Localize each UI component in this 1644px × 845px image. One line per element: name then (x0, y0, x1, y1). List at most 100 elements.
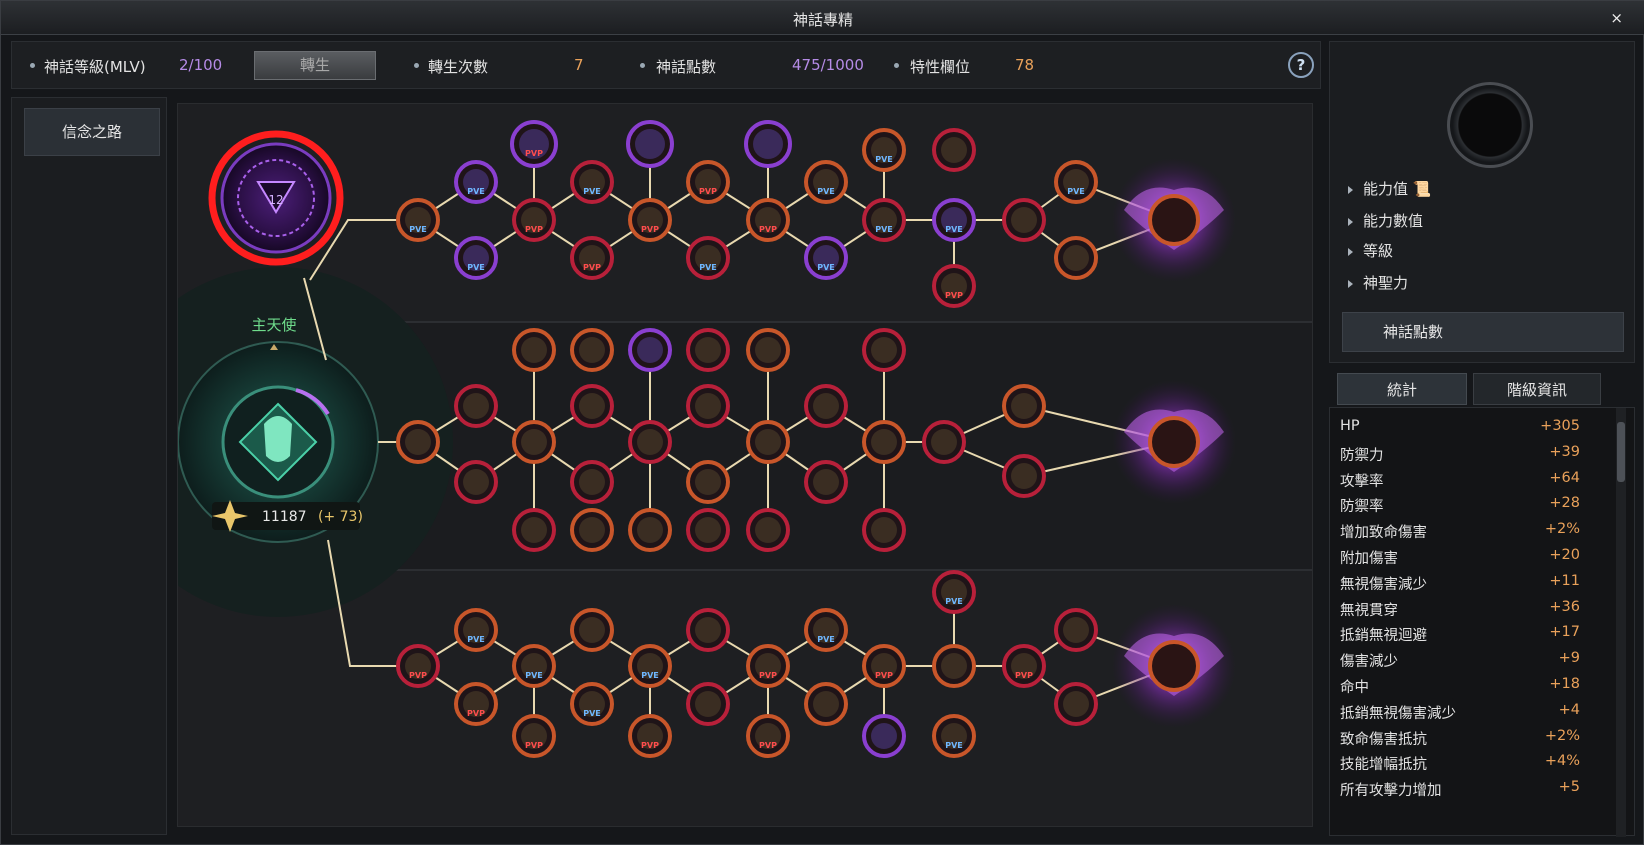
capstone-node[interactable] (1112, 380, 1236, 504)
close-icon[interactable]: × (1610, 9, 1623, 27)
skill-node[interactable] (862, 508, 906, 552)
skill-node[interactable]: PVP (512, 198, 556, 242)
tab-tier-info[interactable]: 階級資訊 (1473, 373, 1601, 405)
skill-node[interactable] (686, 460, 730, 504)
skill-node[interactable] (570, 384, 614, 428)
skill-node[interactable]: PVE (804, 160, 848, 204)
skill-node[interactable] (626, 120, 674, 168)
capstone-node[interactable] (1112, 604, 1236, 728)
skill-node[interactable] (570, 508, 614, 552)
sidebar-item-path-of-faith[interactable]: 信念之路 (24, 108, 160, 156)
scroll-icon[interactable]: 📜 (1413, 180, 1432, 198)
skill-node[interactable] (570, 608, 614, 652)
skill-node[interactable] (746, 328, 790, 372)
skill-node[interactable]: PVP (932, 264, 976, 308)
skill-node[interactable] (862, 328, 906, 372)
skill-node[interactable] (804, 682, 848, 726)
skill-node[interactable] (1054, 608, 1098, 652)
skill-node[interactable] (744, 120, 792, 168)
skill-node[interactable]: PVP (628, 714, 672, 758)
skill-node[interactable]: PVP (396, 644, 440, 688)
skill-node[interactable] (628, 420, 672, 464)
pvp-tag: PVP (945, 291, 963, 300)
skill-node[interactable] (862, 420, 906, 464)
skill-node[interactable]: PVE (932, 714, 976, 758)
pve-tag: PVE (699, 263, 717, 272)
skill-node[interactable]: PVP (746, 644, 790, 688)
skill-node[interactable] (1002, 198, 1046, 242)
skill-node[interactable] (746, 508, 790, 552)
skill-node[interactable]: PVE (862, 198, 906, 242)
skill-node[interactable] (932, 644, 976, 688)
pve-tag: PVE (817, 187, 835, 196)
skill-node[interactable]: PVP (862, 644, 906, 688)
skill-node[interactable] (570, 460, 614, 504)
skill-node[interactable]: PVE (804, 608, 848, 652)
pvp-tag: PVP (583, 263, 601, 272)
bullet-icon (640, 63, 645, 68)
stat-value: +11 (1549, 572, 1580, 589)
emblem-level: 12 (268, 193, 283, 207)
pve-tag: PVE (817, 263, 835, 272)
skill-node[interactable] (1054, 236, 1098, 280)
capstone-node[interactable] (1112, 158, 1236, 282)
skill-node[interactable] (686, 384, 730, 428)
skill-node[interactable] (1054, 682, 1098, 726)
skill-node[interactable] (1002, 384, 1046, 428)
skill-node[interactable] (746, 420, 790, 464)
scrollbar-thumb[interactable] (1617, 422, 1625, 482)
skill-node[interactable] (396, 420, 440, 464)
skill-node[interactable]: PVP (746, 198, 790, 242)
stat-label: 附加傷害 (1340, 551, 1398, 567)
skill-node[interactable]: PVP (628, 198, 672, 242)
skill-node[interactable]: PVE (396, 198, 440, 242)
skill-node[interactable]: PVE (454, 160, 498, 204)
skill-node[interactable] (686, 508, 730, 552)
skill-node[interactable] (570, 328, 614, 372)
skill-node[interactable]: PVE (512, 644, 556, 688)
skill-node[interactable] (1002, 454, 1046, 498)
skill-node[interactable] (862, 714, 906, 758)
skill-node[interactable]: PVP (746, 714, 790, 758)
skill-node[interactable] (454, 460, 498, 504)
skill-node[interactable]: PVE (686, 236, 730, 280)
skill-node[interactable]: PVP (686, 160, 730, 204)
help-button[interactable]: ? (1288, 52, 1314, 78)
skill-node[interactable]: PVP (512, 714, 556, 758)
stat-row: 無視貫穿 +36 (1340, 599, 1580, 623)
mlv-value: 2/100 (179, 56, 223, 74)
skill-node[interactable]: PVE (862, 128, 906, 172)
skill-node[interactable] (804, 460, 848, 504)
skill-node[interactable] (512, 508, 556, 552)
skill-node[interactable] (686, 328, 730, 372)
skill-node[interactable]: PVP (510, 120, 558, 168)
skill-node[interactable] (512, 328, 556, 372)
skill-node[interactable] (628, 328, 672, 372)
skill-node[interactable] (628, 508, 672, 552)
skill-node[interactable] (454, 384, 498, 428)
skill-node[interactable] (922, 420, 966, 464)
skill-node[interactable] (512, 420, 556, 464)
skill-node[interactable]: PVE (804, 236, 848, 280)
skill-node[interactable]: PVE (454, 608, 498, 652)
skill-node[interactable]: PVE (932, 570, 976, 614)
skill-node[interactable]: PVE (454, 236, 498, 280)
skill-node[interactable]: PVP (454, 682, 498, 726)
scrollbar[interactable] (1616, 408, 1626, 837)
skill-node[interactable] (932, 128, 976, 172)
ability-slot[interactable] (1447, 82, 1533, 168)
skill-node[interactable]: PVE (570, 682, 614, 726)
skill-node[interactable]: PVE (570, 160, 614, 204)
skill-node[interactable]: PVE (628, 644, 672, 688)
rebirth-button[interactable]: 轉生 (254, 51, 376, 80)
skill-node[interactable]: PVP (1002, 644, 1046, 688)
skill-node[interactable] (804, 384, 848, 428)
skill-node[interactable] (686, 608, 730, 652)
skill-node[interactable]: PVE (1054, 160, 1098, 204)
skill-node[interactable] (686, 682, 730, 726)
skill-node[interactable]: PVE (932, 198, 976, 242)
myth-points-button[interactable]: 神話點數 (1342, 312, 1624, 352)
skill-node[interactable]: PVP (570, 236, 614, 280)
tab-statistics[interactable]: 統計 (1337, 373, 1467, 405)
skill-tree-panel: 12 主天使 11187 (+ 73) PVE PVE PVE PVP PVE PVP PV… (177, 103, 1313, 827)
